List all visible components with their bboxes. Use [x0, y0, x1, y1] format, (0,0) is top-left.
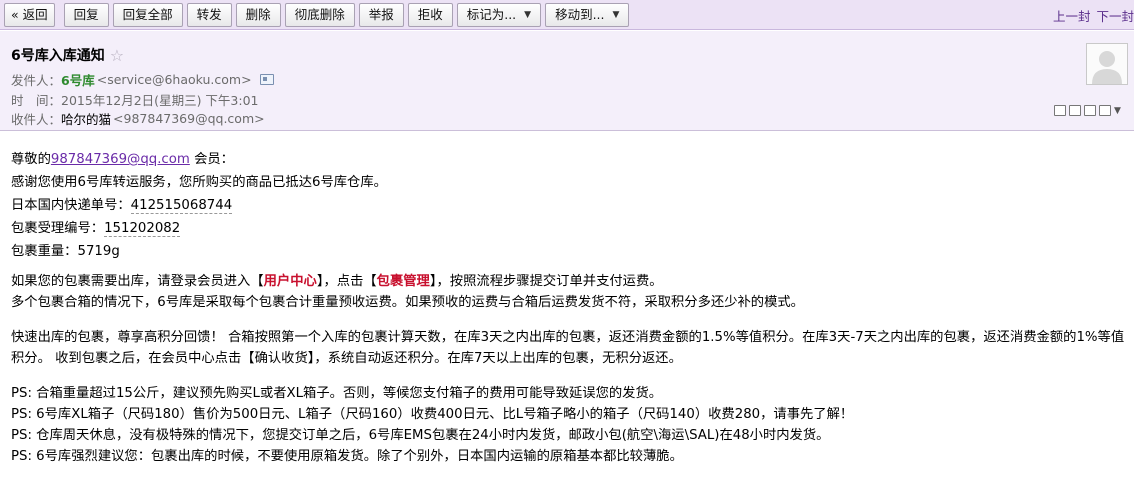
from-row: 发件人： 6号库 <service@6haoku.com> [11, 70, 274, 89]
mail-subject: 6号库入库通知 ☆ [11, 45, 124, 65]
parcel-management-link[interactable]: 包裹管理 [377, 274, 430, 289]
time-label: 时 间： [11, 93, 62, 108]
window-icon[interactable] [1069, 105, 1081, 116]
recipient-address: <987847369@qq.com> [113, 111, 265, 126]
user-center-link[interactable]: 用户中心 [264, 274, 317, 289]
reply-button[interactable]: 回复 [63, 2, 109, 27]
avatar-icon [1086, 43, 1128, 85]
weight-value: 5719g [77, 244, 120, 259]
greeting: 尊敬的987847369@qq.com 会员： [11, 152, 234, 167]
from-label: 发件人： [11, 73, 62, 88]
forward-button[interactable]: 转发 [186, 2, 232, 27]
tracking-line: 日本国内快递单号：412515068744 [11, 198, 233, 214]
sender-address: <service@6haoku.com> [96, 72, 252, 87]
recipient-name[interactable]: 哈尔的猫 [61, 109, 111, 128]
time-value: 2015年12月2日(星期三) 下午3:01 [61, 93, 259, 108]
to-row: 收件人： 哈尔的猫 <987847369@qq.com> [11, 109, 265, 128]
reply-all-button[interactable]: 回复全部 [112, 2, 183, 27]
caret-down-icon: ▼ [524, 9, 532, 20]
ps-note: PS: 6号库强烈建议您：包裹出库的时候，不要使用原箱发货。除了个别外，日本国内… [11, 449, 683, 464]
next-mail-link[interactable]: 下一封 [1096, 6, 1134, 25]
mark-as-label: 标记为... [466, 6, 517, 22]
print-icon[interactable] [1099, 105, 1111, 116]
weight-line: 包裹重量：5719g [11, 244, 120, 259]
points-policy: 快速出库的包裹，尊享高积分回馈！ 合箱按照第一个入库的包裹计算天数，在库3天之内… [11, 330, 1125, 366]
checkout-instructions: 如果您的包裹需要出库，请登录会员进入【用户中心】，点击【包裹管理】，按照流程步骤… [11, 274, 663, 289]
back-button[interactable]: « 返回 [4, 2, 55, 27]
mail-body: 尊敬的987847369@qq.com 会员： 感谢您使用6号库转运服务，您所购… [11, 148, 1126, 467]
move-to-dropdown[interactable]: 移动到... ▼ [545, 2, 630, 27]
window-icon[interactable] [1084, 105, 1096, 116]
caret-down-icon[interactable]: ▼ [1114, 106, 1121, 116]
caret-down-icon: ▼ [612, 9, 620, 20]
subject-text: 6号库入库通知 [11, 48, 105, 64]
move-to-label: 移动到... [555, 6, 605, 22]
to-label: 收件人： [11, 112, 62, 127]
parcel-line: 包裹受理编号：151202082 [11, 221, 181, 237]
toolbar: « 返回 回复 回复全部 转发 删除 彻底删除 举报 拒收 标记为... ▼ 移… [0, 0, 1134, 30]
delete-permanently-button[interactable]: 彻底删除 [284, 2, 355, 27]
thanks-line: 感谢您使用6号库转运服务，您所购买的商品已抵达6号库仓库。 [11, 175, 387, 190]
parcel-number: 151202082 [104, 221, 181, 237]
member-email-link[interactable]: 987847369@qq.com [51, 152, 190, 167]
time-row: 时 间： 2015年12月2日(星期三) 下午3:01 [11, 90, 258, 109]
contact-card-icon[interactable] [259, 74, 274, 85]
mark-as-dropdown[interactable]: 标记为... ▼ [456, 2, 542, 27]
reject-button[interactable]: 拒收 [407, 2, 453, 27]
report-button[interactable]: 举报 [358, 2, 404, 27]
ps-notes: PS: 合箱重量超过15公斤，建议预先购买L或者XL箱子。否则，等候您支付箱子的… [11, 383, 1126, 467]
window-icon[interactable] [1054, 105, 1066, 116]
prev-next-nav: 上一封 下一封 [1047, 0, 1134, 30]
star-icon[interactable]: ☆ [110, 46, 124, 65]
ps-note: PS: 合箱重量超过15公斤，建议预先购买L或者XL箱子。否则，等候您支付箱子的… [11, 386, 663, 401]
combine-parcels-note: 多个包裹合箱的情况下，6号库是采取每个包裹合计重量预收运费。如果预收的运费与合箱… [11, 295, 804, 310]
ps-note: PS: 仓库周天休息，没有极特殊的情况下，您提交订单之后，6号库EMS包裹在24… [11, 428, 830, 443]
sender-name[interactable]: 6号库 [61, 70, 95, 89]
delete-button[interactable]: 删除 [235, 2, 281, 27]
prev-mail-link[interactable]: 上一封 [1053, 6, 1091, 25]
header-tools: ▼ [1054, 105, 1121, 116]
ps-note: PS: 6号库XL箱子（尺码180）售价为500日元、L箱子（尺码160）收费4… [11, 407, 854, 422]
mail-header: 6号库入库通知 ☆ 发件人： 6号库 <service@6haoku.com> … [0, 31, 1134, 131]
tracking-number: 412515068744 [130, 198, 233, 214]
